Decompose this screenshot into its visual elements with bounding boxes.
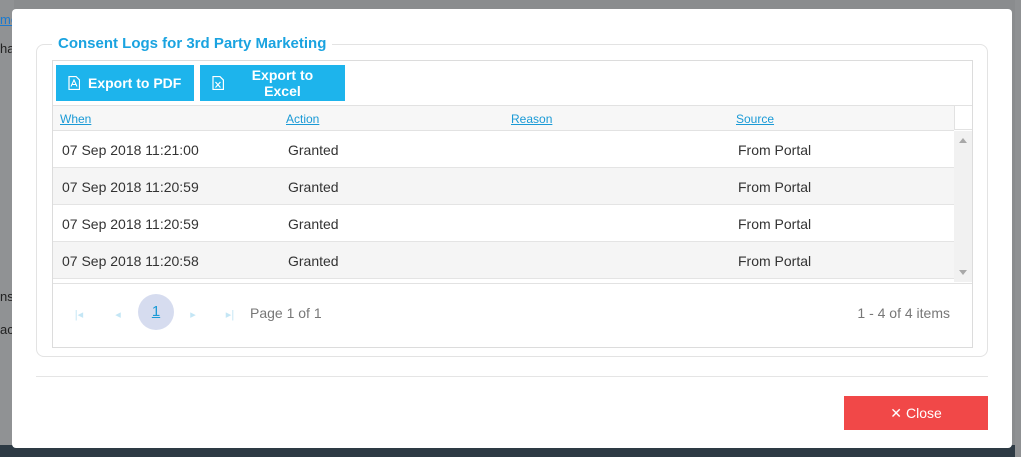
table-row[interactable]: 07 Sep 2018 11:20:58 Granted From Portal: [53, 242, 954, 279]
export-pdf-label: Export to PDF: [88, 75, 182, 91]
column-header-source[interactable]: Source: [736, 112, 774, 126]
grid-pager: |◂ ◂ 1 ▸ ▸| Page 1 of 1 1 - 4 of 4 items: [53, 283, 972, 347]
pdf-file-icon: [68, 76, 80, 90]
first-page-icon[interactable]: |◂: [70, 306, 88, 324]
column-header-when[interactable]: When: [60, 112, 91, 126]
table-row[interactable]: 07 Sep 2018 11:20:59 Granted From Portal: [53, 205, 954, 242]
fieldset-legend: Consent Logs for 3rd Party Marketing: [52, 35, 333, 53]
column-header-action[interactable]: Action: [286, 112, 319, 126]
cell-source: From Portal: [738, 142, 812, 158]
grid-scrollbar[interactable]: [954, 131, 972, 282]
cell-action: Granted: [288, 142, 339, 158]
consent-logs-grid: Export to PDF Export to Excel When Actio…: [52, 60, 973, 348]
close-button[interactable]: ✕ Close: [844, 396, 988, 430]
consent-logs-dialog: Consent Logs for 3rd Party Marketing Exp…: [12, 9, 1012, 448]
table-row[interactable]: 07 Sep 2018 11:21:00 Granted From Portal: [53, 131, 954, 168]
background-right-edge: [1015, 0, 1021, 457]
last-page-icon[interactable]: ▸|: [221, 306, 239, 324]
cell-when: 07 Sep 2018 11:20:59: [62, 179, 199, 195]
close-icon: ✕: [890, 404, 902, 421]
column-header-reason[interactable]: Reason: [511, 112, 552, 126]
footer-divider: [36, 376, 988, 377]
cell-action: Granted: [288, 179, 339, 195]
cell-source: From Portal: [738, 216, 812, 232]
scroll-down-arrow-icon[interactable]: [959, 270, 967, 275]
header-scroll-spacer: [954, 106, 972, 130]
cell-when: 07 Sep 2018 11:21:00: [62, 142, 199, 158]
cell-action: Granted: [288, 216, 339, 232]
export-excel-button[interactable]: Export to Excel: [200, 65, 345, 101]
export-excel-label: Export to Excel: [251, 67, 314, 99]
grid-body: 07 Sep 2018 11:21:00 Granted From Portal…: [53, 131, 954, 282]
scroll-up-arrow-icon[interactable]: [959, 138, 967, 143]
export-pdf-button[interactable]: Export to PDF: [56, 65, 194, 101]
cell-when: 07 Sep 2018 11:20:58: [62, 253, 199, 269]
grid-toolbar: Export to PDF Export to Excel: [53, 61, 972, 106]
previous-page-icon[interactable]: ◂: [109, 306, 127, 324]
table-row[interactable]: 07 Sep 2018 11:20:59 Granted From Portal: [53, 168, 954, 205]
cell-source: From Portal: [738, 253, 812, 269]
grid-header-row: When Action Reason Source: [53, 106, 954, 131]
current-page-button[interactable]: 1: [138, 294, 174, 330]
close-label: Close: [905, 405, 942, 421]
cell-source: From Portal: [738, 179, 812, 195]
cell-action: Granted: [288, 253, 339, 269]
cell-when: 07 Sep 2018 11:20:59: [62, 216, 199, 232]
items-count: 1 - 4 of 4 items: [857, 305, 950, 321]
next-page-icon[interactable]: ▸: [184, 306, 202, 324]
page-info: Page 1 of 1: [250, 305, 322, 321]
excel-file-icon: [212, 76, 224, 90]
